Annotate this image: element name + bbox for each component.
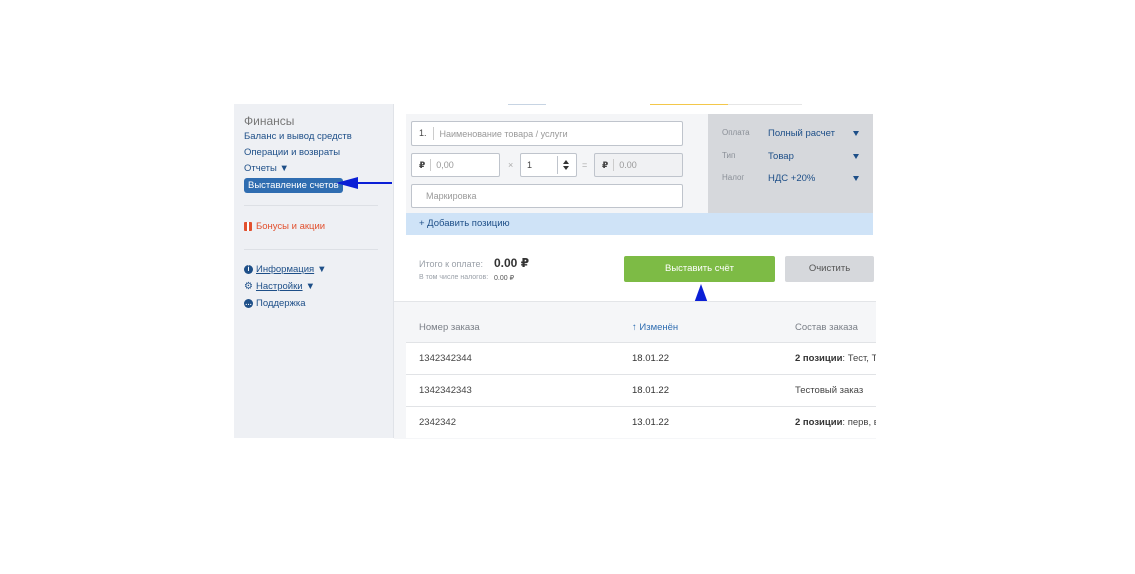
column-header-order-number[interactable]: Номер заказа: [419, 322, 480, 333]
marking-field[interactable]: Маркировка: [411, 184, 683, 208]
ruble-icon: ₽: [595, 159, 615, 171]
modified-date-cell: 18.01.22: [632, 385, 669, 396]
table-row[interactable]: 1342342343 18.01.22 Тестовый заказ: [406, 374, 876, 406]
stepper-arrows-icon[interactable]: [557, 156, 574, 174]
chevron-down-icon[interactable]: [853, 176, 859, 181]
chevron-down-icon: ▼: [305, 281, 315, 292]
item-name-placeholder: Наименование товара / услуги: [439, 128, 568, 139]
chevron-down-icon[interactable]: [853, 131, 859, 136]
composition-cell: 2 позиции: перв, вто: [795, 417, 876, 428]
marking-placeholder: Маркировка: [426, 191, 477, 201]
composition-cell: Тестовый заказ: [795, 385, 864, 396]
total-value: 0.00 ₽: [494, 256, 530, 270]
sidebar-item-label: Бонусы и акции: [256, 221, 326, 232]
equals-sign: =: [582, 160, 588, 170]
total-label: Итого к оплате:: [419, 259, 483, 269]
sidebar-item-info[interactable]: i Информация ▼: [244, 264, 327, 275]
modified-date-cell: 13.01.22: [632, 417, 669, 428]
gift-icon: [244, 222, 252, 231]
ruble-icon: ₽: [412, 159, 432, 171]
payment-select[interactable]: Полный расчет: [768, 128, 835, 139]
clear-button[interactable]: Очистить: [785, 256, 874, 282]
sidebar-item-settings[interactable]: ⚙ Настройки ▼: [244, 281, 315, 292]
tax-label: Налог: [722, 173, 745, 182]
composition-cell: 2 позиции: Тест, Тест: [795, 353, 876, 364]
sidebar-item-label: Поддержка: [256, 298, 306, 309]
issue-invoice-button[interactable]: Выставить счёт: [624, 256, 775, 282]
sidebar-section-title: Финансы: [244, 114, 295, 128]
sidebar-item-operations[interactable]: Операции и возвраты: [244, 147, 340, 158]
sidebar: Финансы Баланс и вывод средств Операции …: [234, 104, 394, 438]
stepper-up-icon[interactable]: [563, 160, 569, 164]
column-header-modified[interactable]: ↑ Изменён: [632, 322, 678, 333]
payment-label: Оплата: [722, 128, 750, 137]
sidebar-item-bonuses[interactable]: Бонусы и акции: [244, 221, 325, 232]
annotation-arrow-left-icon: [336, 177, 392, 189]
sidebar-item-support[interactable]: … Поддержка: [244, 298, 306, 309]
tab-underline-active: [650, 104, 728, 105]
add-position-button[interactable]: + Добавить позицию: [406, 213, 873, 235]
tab-underline: [728, 104, 802, 105]
sidebar-divider: [244, 249, 378, 250]
price-placeholder: 0,00: [436, 160, 454, 170]
table-row[interactable]: 2342342 13.01.22 2 позиции: перв, вто: [406, 406, 876, 438]
sidebar-divider: [244, 205, 378, 206]
item-name-field[interactable]: 1. Наименование товара / услуги: [411, 121, 683, 146]
tax-included-label: В том числе налогов:: [419, 274, 489, 281]
chat-icon: …: [244, 299, 253, 308]
stepper-down-icon[interactable]: [563, 166, 569, 170]
sidebar-item-balance[interactable]: Баланс и вывод средств: [244, 131, 352, 142]
line-total-value: 0.00: [619, 160, 637, 170]
sidebar-item-reports[interactable]: Отчеты ▼: [244, 163, 289, 174]
item-number: 1.: [412, 127, 434, 140]
tax-select[interactable]: НДС +20%: [768, 173, 815, 184]
price-field[interactable]: ₽ 0,00: [411, 153, 500, 177]
table-row[interactable]: 1342342344 18.01.22 2 позиции: Тест, Тес…: [406, 342, 876, 374]
multiply-sign: ×: [508, 160, 514, 170]
tax-included-value: 0.00 ₽: [494, 275, 515, 282]
quantity-stepper[interactable]: 1: [520, 153, 577, 177]
sidebar-item-invoicing[interactable]: Выставление счетов: [244, 178, 343, 193]
column-header-composition[interactable]: Состав заказа: [795, 322, 858, 333]
sidebar-item-label: Информация: [256, 264, 315, 275]
chevron-down-icon[interactable]: [853, 154, 859, 159]
type-label: Тип: [722, 151, 736, 160]
sidebar-item-label: Настройки: [255, 281, 303, 292]
order-number-cell: 1342342344: [419, 353, 472, 364]
gear-icon: ⚙: [244, 281, 253, 292]
modified-date-cell: 18.01.22: [632, 353, 669, 364]
chevron-down-icon: ▼: [317, 264, 327, 275]
type-select[interactable]: Товар: [768, 151, 794, 162]
order-number-cell: 2342342: [419, 417, 456, 428]
tab-underline: [508, 104, 546, 105]
order-number-cell: 1342342343: [419, 385, 472, 396]
quantity-value: 1: [527, 160, 533, 170]
line-total-field: ₽ 0.00: [594, 153, 683, 177]
info-icon: i: [244, 265, 253, 274]
